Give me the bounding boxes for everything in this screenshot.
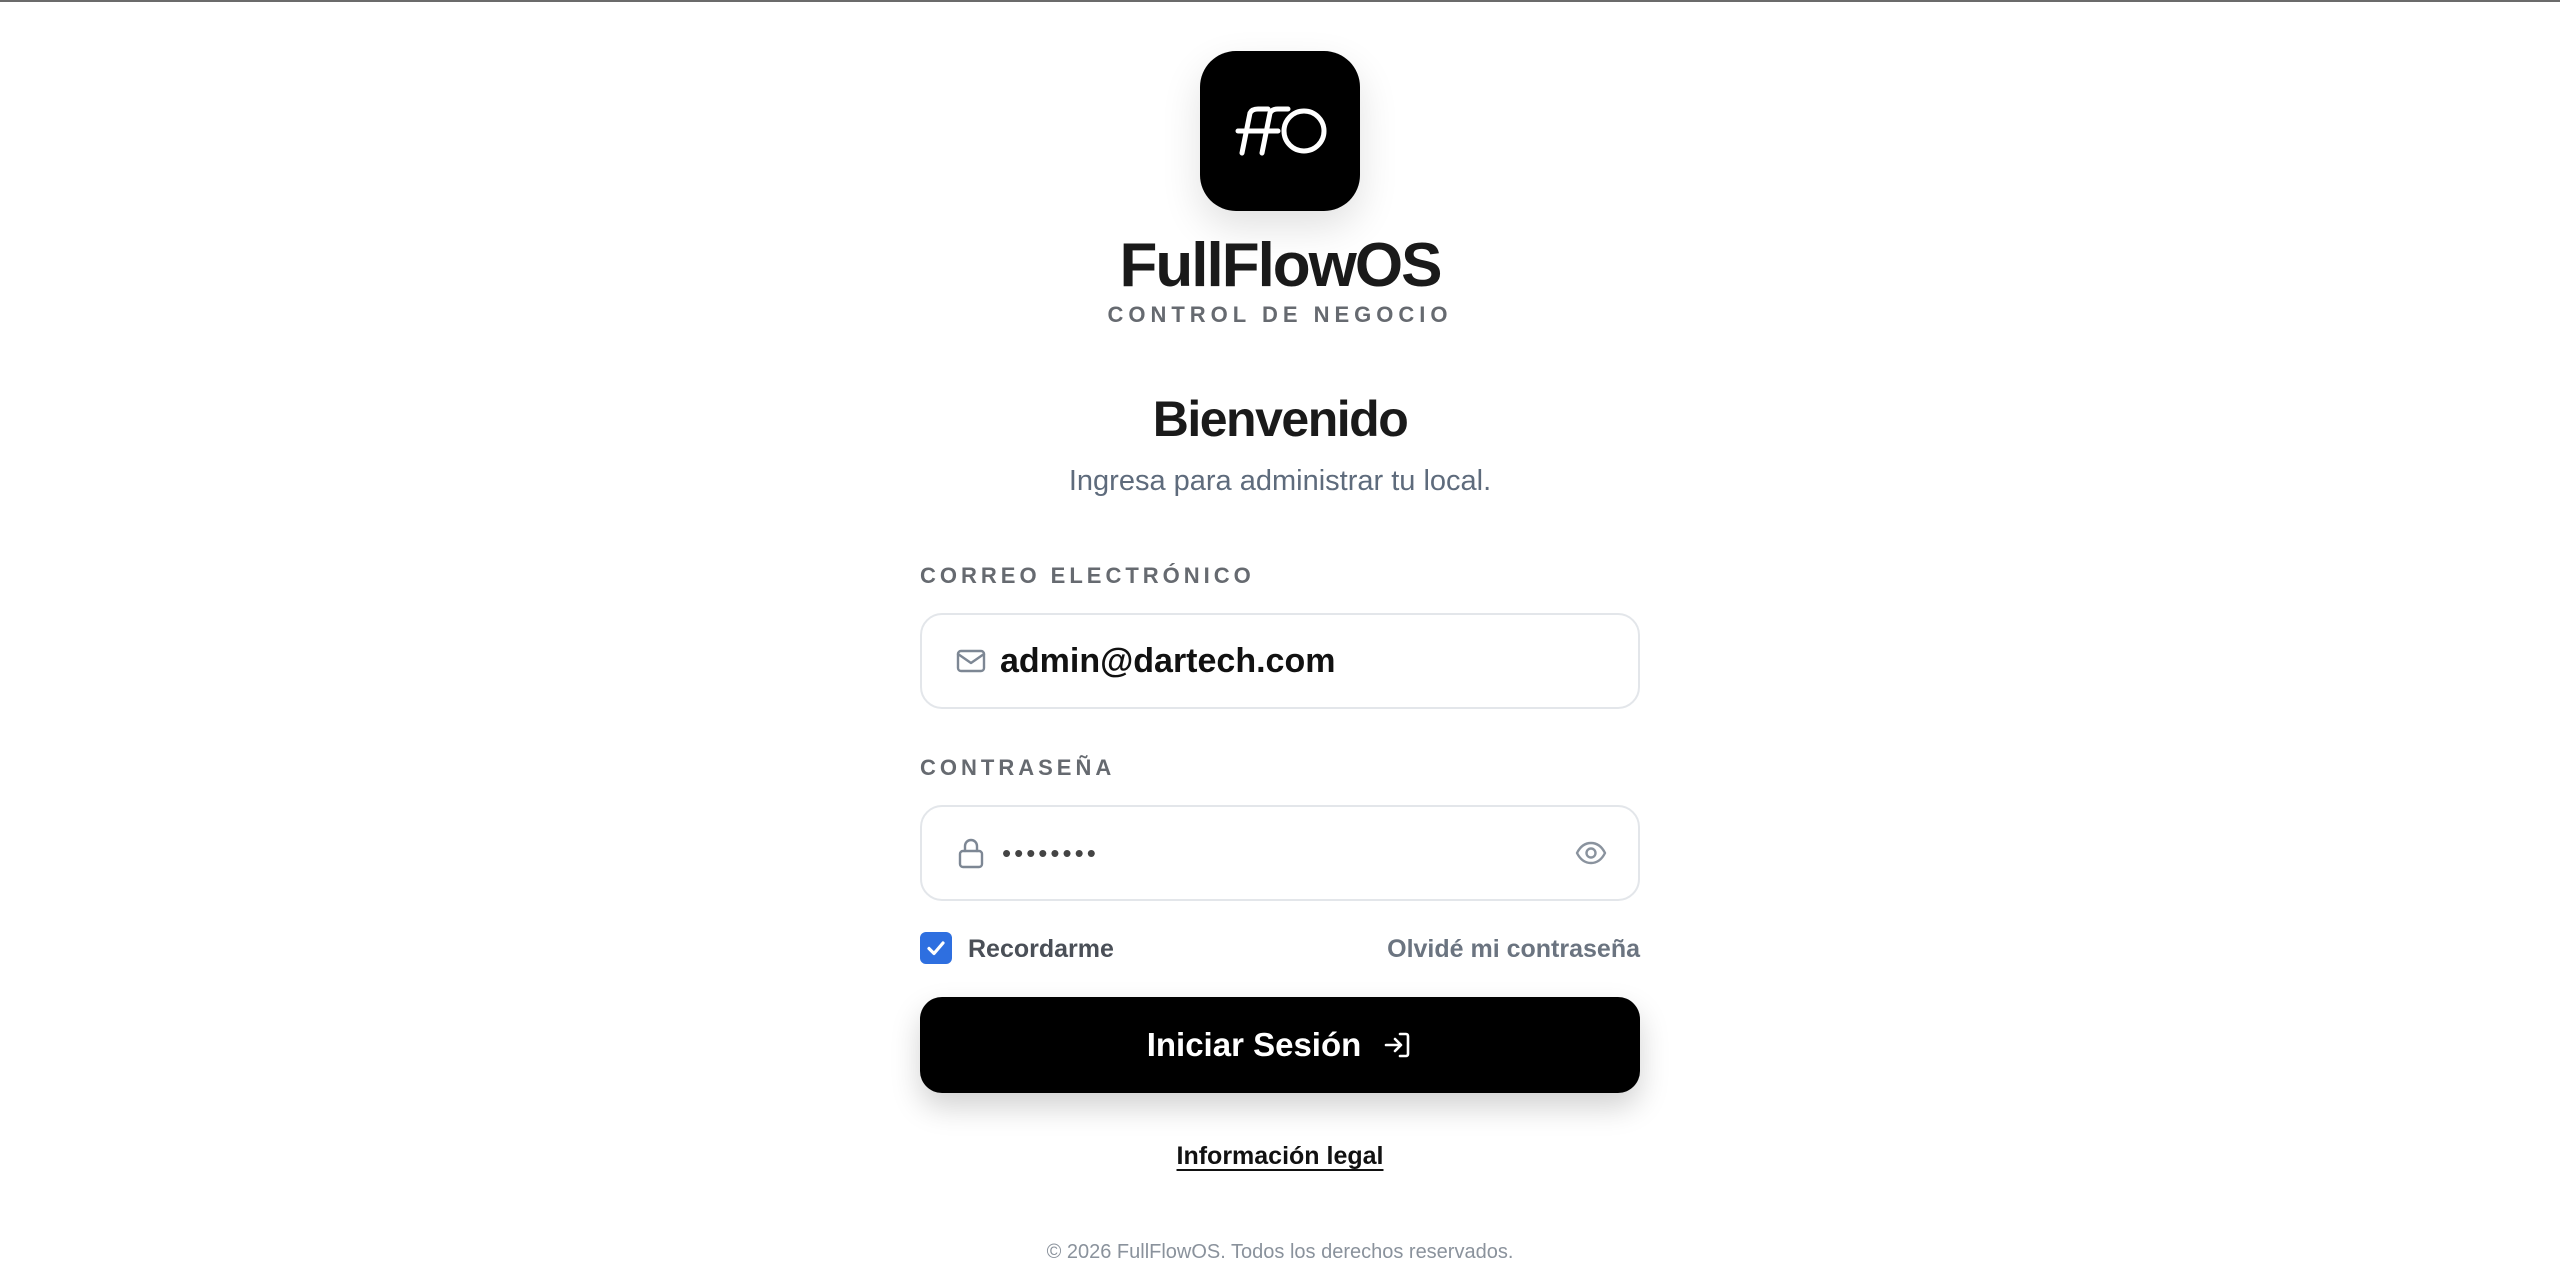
ffo-logo-icon: [1235, 106, 1327, 156]
password-label: CONTRASEÑA: [920, 755, 1116, 780]
email-label: CORREO ELECTRÓNICO: [920, 563, 1255, 588]
login-button[interactable]: Iniciar Sesión: [920, 997, 1640, 1093]
remember-label[interactable]: Recordarme: [968, 932, 1114, 966]
mail-icon: [954, 644, 988, 678]
check-icon: [927, 941, 945, 956]
brand-logo: [1200, 51, 1360, 211]
footer-copyright: © 2026 FullFlowOS. Todos los derechos re…: [1046, 1241, 1514, 1263]
email-field[interactable]: [920, 613, 1640, 709]
login-page: FullFlowOS CONTROL DE NEGOCIO Bienvenido…: [0, 2, 2560, 1270]
password-field[interactable]: ••••••••: [920, 805, 1640, 901]
remember-checkbox[interactable]: [920, 932, 952, 964]
brand-tagline: CONTROL DE NEGOCIO: [1107, 302, 1453, 327]
password-input[interactable]: ••••••••: [1002, 807, 1099, 899]
legal-info-link[interactable]: Información legal: [1177, 1142, 1384, 1170]
lock-icon: [954, 836, 988, 870]
login-button-label: Iniciar Sesión: [1146, 1026, 1362, 1063]
sign-in-icon: [1381, 1029, 1413, 1061]
welcome-subtitle: Ingresa para administrar tu local.: [1068, 465, 1492, 497]
legal-info: Información legal: [0, 1139, 2560, 1173]
brand-name: FullFlowOS: [1119, 231, 1443, 300]
email-input[interactable]: [1000, 615, 1560, 707]
welcome-title: Bienvenido: [1152, 391, 1409, 447]
forgot-password-link[interactable]: Olvidé mi contraseña: [1387, 932, 1640, 966]
remember-row: Recordarme Olvidé mi contraseña: [920, 932, 1640, 966]
eye-icon[interactable]: [1574, 836, 1608, 870]
